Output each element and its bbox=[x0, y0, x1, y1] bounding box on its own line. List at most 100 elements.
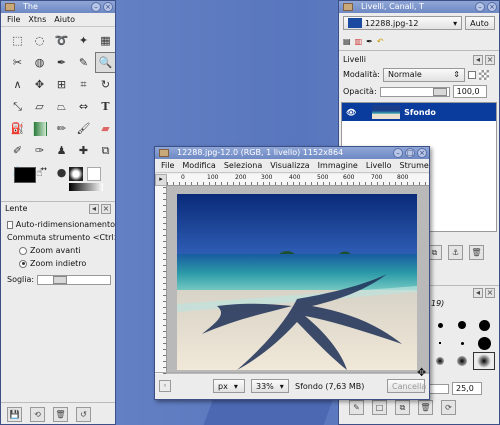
minimize-button[interactable]: – bbox=[91, 2, 101, 12]
minimize-button[interactable]: – bbox=[393, 148, 403, 158]
menu-livello[interactable]: Livello bbox=[366, 159, 392, 172]
lock-alpha-checkbox[interactable] bbox=[467, 70, 476, 79]
zoom-select[interactable]: 33% ▾ bbox=[251, 379, 289, 393]
ink-icon[interactable]: ✑ bbox=[29, 140, 50, 161]
eye-icon[interactable]: 👁 bbox=[346, 108, 356, 117]
paths-icon[interactable]: ✒ bbox=[51, 52, 72, 73]
pattern-preview-icon[interactable] bbox=[87, 167, 101, 181]
brush-fuzzy-selected[interactable] bbox=[473, 352, 495, 370]
vertical-ruler[interactable] bbox=[155, 186, 167, 374]
bucket-fill-icon[interactable]: ⛽ bbox=[7, 118, 28, 139]
options-menu-button[interactable]: ◂ bbox=[89, 203, 99, 214]
color-picker-icon[interactable]: ✎ bbox=[73, 52, 94, 73]
gradient-preview[interactable] bbox=[69, 183, 103, 191]
close-button[interactable]: × bbox=[417, 148, 427, 158]
brush-fuzzy-medium[interactable] bbox=[451, 352, 473, 370]
layers-tab-icon[interactable]: ▤ bbox=[343, 37, 351, 46]
menu-visualizza[interactable]: Visualizza bbox=[270, 159, 309, 172]
image-titlebar[interactable]: 12288.jpg-12.0 (RGB, 1 livello) 1152x864… bbox=[155, 147, 429, 159]
zoom-in-radio[interactable] bbox=[19, 246, 27, 255]
restore-options-icon[interactable]: ⟲ bbox=[30, 407, 45, 422]
perspective-clone-icon[interactable]: ⧉ bbox=[95, 140, 115, 161]
paintbrush-icon[interactable]: 🖌 bbox=[73, 118, 94, 139]
duplicate-brush-icon[interactable]: ⧉ bbox=[395, 400, 410, 415]
refresh-brushes-icon[interactable]: ⟳ bbox=[441, 400, 456, 415]
brush-circle-medium[interactable] bbox=[451, 316, 473, 334]
scale-icon[interactable]: ⤡ bbox=[7, 96, 28, 117]
opacity-input[interactable]: 100,0 bbox=[452, 85, 487, 98]
delete-options-icon[interactable]: 🗑 bbox=[53, 407, 68, 422]
brush-circle-xl[interactable] bbox=[473, 334, 495, 352]
navigate-icon[interactable]: ◦ bbox=[159, 380, 171, 392]
clone-icon[interactable]: ♟ bbox=[51, 140, 72, 161]
fuzzy-select-icon[interactable]: ✦ bbox=[73, 30, 94, 51]
pencil-icon[interactable]: ✏ bbox=[51, 118, 72, 139]
new-brush-icon[interactable]: □ bbox=[372, 400, 387, 415]
airbrush-icon[interactable]: ✐ bbox=[7, 140, 28, 161]
threshold-slider[interactable] bbox=[37, 274, 112, 285]
menu-seleziona[interactable]: Seleziona bbox=[224, 159, 262, 172]
menu-aiuto[interactable]: Aiuto bbox=[54, 13, 75, 26]
threshold-slider-thumb[interactable] bbox=[53, 275, 68, 284]
brushes-close-button[interactable]: × bbox=[485, 287, 495, 298]
foreground-select-icon[interactable]: ◍ bbox=[29, 52, 50, 73]
spacing-slider[interactable] bbox=[429, 383, 449, 394]
scissors-icon[interactable]: ✂ bbox=[7, 52, 28, 73]
measure-icon[interactable]: ∧ bbox=[7, 74, 28, 95]
close-button[interactable]: × bbox=[487, 2, 497, 12]
crop-icon[interactable]: ⌗ bbox=[73, 74, 94, 95]
free-select-icon[interactable]: ➰ bbox=[51, 30, 72, 51]
brushes-menu-button[interactable]: ◂ bbox=[473, 287, 483, 298]
eraser-icon[interactable]: ▰ bbox=[95, 118, 115, 139]
perspective-icon[interactable]: ⏢ bbox=[51, 96, 72, 117]
auto-resize-checkbox[interactable] bbox=[7, 220, 13, 229]
image-selector[interactable]: 12288.jpg-12 ▾ bbox=[343, 16, 463, 30]
mode-select[interactable]: Normale ⇕ bbox=[382, 67, 465, 82]
move-icon[interactable]: ✥ bbox=[29, 74, 50, 95]
opacity-slider-thumb[interactable] bbox=[432, 87, 447, 96]
quick-mask-corner-icon[interactable]: ▸ bbox=[155, 174, 167, 186]
menu-strumenti[interactable]: Strumenti bbox=[400, 159, 430, 172]
swap-colors-icon[interactable]: ↔ bbox=[41, 165, 47, 173]
toolbox-titlebar[interactable]: The – × bbox=[1, 1, 115, 13]
menu-xtns[interactable]: Xtns bbox=[28, 13, 46, 26]
anchor-layer-icon[interactable]: ⚓ bbox=[448, 245, 463, 260]
flip-icon[interactable]: ⇔ bbox=[73, 96, 94, 117]
brush-circle-small[interactable] bbox=[429, 316, 451, 334]
ellipse-select-icon[interactable]: ◌ bbox=[29, 30, 50, 51]
brush-circle-tiny[interactable] bbox=[451, 334, 473, 352]
maximize-button[interactable]: □ bbox=[405, 148, 415, 158]
channels-tab-icon[interactable]: ▥ bbox=[355, 37, 363, 46]
rotate-icon[interactable]: ↻ bbox=[95, 74, 115, 95]
canvas-area[interactable] bbox=[167, 186, 429, 374]
save-options-icon[interactable]: 💾 bbox=[7, 407, 22, 422]
shear-icon[interactable]: ▱ bbox=[29, 96, 50, 117]
menu-file[interactable]: File bbox=[7, 13, 20, 26]
heal-icon[interactable]: ✚ bbox=[73, 140, 94, 161]
align-icon[interactable]: ⊞ bbox=[51, 74, 72, 95]
spacing-input[interactable]: 25,0 bbox=[452, 382, 482, 395]
zoom-out-radio[interactable] bbox=[19, 259, 27, 268]
delete-layer-icon[interactable]: 🗑 bbox=[469, 245, 484, 260]
menu-modifica[interactable]: Modifica bbox=[182, 159, 215, 172]
unit-select[interactable]: px ▾ bbox=[213, 379, 245, 393]
brush-fuzzy-small[interactable] bbox=[429, 352, 451, 370]
minimize-button[interactable]: – bbox=[475, 2, 485, 12]
edit-brush-icon[interactable]: ✎ bbox=[349, 400, 364, 415]
brush-preview-icon[interactable] bbox=[69, 167, 83, 181]
brush-circle-large[interactable] bbox=[473, 316, 495, 334]
select-by-color-icon[interactable]: ▦ bbox=[95, 30, 115, 51]
horizontal-ruler[interactable]: 0 100 200 300 400 500 600 700 800 bbox=[167, 174, 429, 186]
layer-row[interactable]: 👁 Sfondo bbox=[342, 103, 496, 121]
close-button[interactable]: × bbox=[103, 2, 113, 12]
menu-immagine[interactable]: Immagine bbox=[318, 159, 358, 172]
cancel-button[interactable]: Cancella bbox=[387, 379, 426, 393]
auto-button[interactable]: Auto bbox=[465, 16, 495, 30]
brush-dot[interactable] bbox=[429, 334, 451, 352]
layers-menu-button[interactable]: ◂ bbox=[473, 54, 483, 65]
layers-close-button[interactable]: × bbox=[485, 54, 495, 65]
menu-file[interactable]: File bbox=[161, 159, 174, 172]
rect-select-icon[interactable]: ⬚ bbox=[7, 30, 28, 51]
text-icon[interactable]: T bbox=[95, 96, 115, 117]
paths-tab-icon[interactable]: ✒ bbox=[366, 37, 373, 46]
